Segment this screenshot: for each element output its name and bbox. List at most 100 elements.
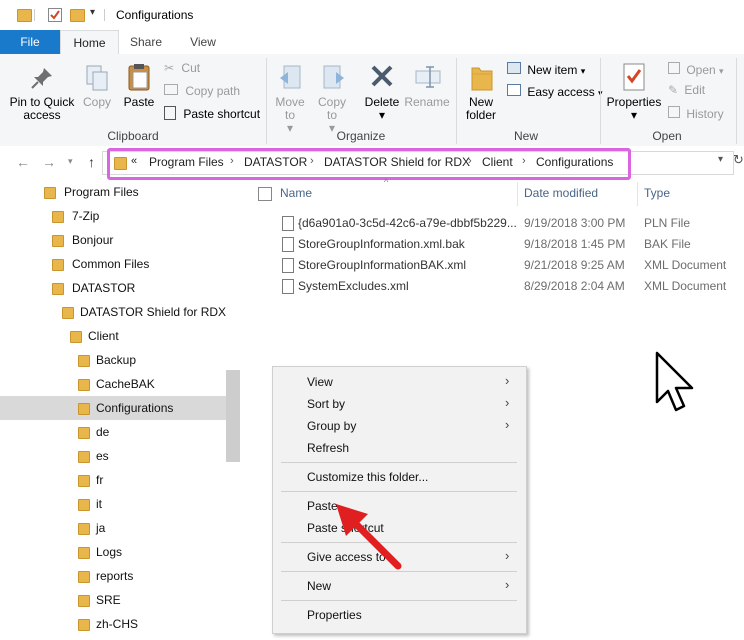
tab-share[interactable]: Share bbox=[118, 30, 174, 54]
pin-icon bbox=[31, 68, 52, 89]
folder-icon bbox=[17, 9, 32, 22]
new-item-button[interactable]: New item ▾ bbox=[507, 62, 585, 78]
rename-button[interactable]: Rename bbox=[404, 60, 450, 124]
easy-access-button[interactable]: Easy access ▾ bbox=[507, 84, 603, 100]
new-item-icon bbox=[507, 62, 521, 74]
clipboard-paste-icon bbox=[128, 64, 150, 91]
menu-separator bbox=[281, 462, 517, 463]
menu-item-view[interactable]: View bbox=[307, 375, 333, 389]
paste-shortcut-label: Paste shortcut bbox=[183, 107, 261, 121]
menu-item-sort-by[interactable]: Sort by bbox=[307, 397, 345, 411]
open-button[interactable]: Open ▾ bbox=[668, 62, 724, 78]
rename-label: Rename bbox=[404, 95, 450, 109]
nav-item-label: CacheBAK bbox=[96, 377, 155, 391]
nav-item-logs[interactable]: Logs bbox=[0, 540, 226, 564]
folder-icon bbox=[52, 235, 64, 247]
dropdown-arrow-icon: ▾ bbox=[580, 66, 586, 76]
menu-item-new[interactable]: New bbox=[307, 579, 331, 593]
nav-item-datastor-shield[interactable]: DATASTOR Shield for RDX bbox=[0, 300, 226, 324]
file-date: 9/21/2018 9:25 AM bbox=[524, 258, 625, 272]
nav-item-program-files[interactable]: Program Files bbox=[0, 180, 226, 204]
menu-item-group-by[interactable]: Group by bbox=[307, 419, 356, 433]
nav-item-7zip[interactable]: 7-Zip bbox=[0, 204, 226, 228]
tab-home[interactable]: Home bbox=[60, 30, 119, 56]
copy-to-button[interactable]: Copy to ▾ bbox=[314, 60, 350, 135]
file-date: 9/19/2018 3:00 PM bbox=[524, 216, 626, 230]
nav-item-ja[interactable]: ja bbox=[0, 516, 226, 540]
paste-button[interactable]: Paste bbox=[120, 60, 158, 124]
folder-icon bbox=[78, 451, 90, 463]
properties-button[interactable]: Properties ▾ bbox=[606, 60, 662, 124]
nav-item-label: Common Files bbox=[72, 257, 150, 271]
folder-icon bbox=[78, 499, 90, 511]
mouse-pointer-icon bbox=[655, 351, 694, 412]
folder-icon bbox=[78, 523, 90, 535]
file-date: 9/18/2018 1:45 PM bbox=[524, 237, 626, 251]
address-dropdown-chevron-icon[interactable]: ▾ bbox=[718, 154, 723, 165]
divider bbox=[637, 182, 638, 206]
open-group-label: Open bbox=[652, 129, 682, 143]
table-row[interactable]: {d6a901a0-3c5d-42c6-a79e-dbbf5b229... 9/… bbox=[280, 214, 740, 234]
copy-path-button[interactable]: Copy path bbox=[164, 84, 240, 98]
cut-label: Cut bbox=[181, 61, 201, 75]
column-header-date-modified[interactable]: Date modified bbox=[524, 186, 598, 200]
copy-button[interactable]: Copy bbox=[80, 60, 114, 124]
tab-file[interactable]: File bbox=[0, 30, 60, 54]
folder-icon bbox=[70, 331, 82, 343]
nav-pane-scrollbar-thumb[interactable] bbox=[226, 370, 240, 462]
pin-to-quick-access-button[interactable]: Pin to Quick access bbox=[4, 60, 80, 124]
nav-item-es[interactable]: es bbox=[0, 444, 226, 468]
table-row[interactable]: StoreGroupInformationBAK.xml 9/21/2018 9… bbox=[280, 256, 740, 276]
new-folder-quick-icon[interactable] bbox=[70, 9, 85, 22]
organize-group-label: Organize bbox=[336, 129, 386, 143]
nav-item-de[interactable]: de bbox=[0, 420, 226, 444]
nav-item-reports[interactable]: reports bbox=[0, 564, 226, 588]
delete-button[interactable]: Delete ▾ bbox=[362, 60, 402, 124]
copy-path-icon bbox=[164, 84, 178, 95]
new-group-label: New bbox=[513, 129, 538, 143]
history-button[interactable]: History bbox=[668, 106, 724, 121]
nav-item-fr[interactable]: fr bbox=[0, 468, 226, 492]
new-folder-button[interactable]: New folder bbox=[460, 60, 502, 124]
table-row[interactable]: SystemExcludes.xml 8/29/2018 2:04 AM XML… bbox=[280, 277, 740, 297]
tab-view[interactable]: View bbox=[176, 30, 230, 54]
nav-item-label: ja bbox=[96, 521, 106, 535]
nav-item-it[interactable]: it bbox=[0, 492, 226, 516]
nav-item-label: Logs bbox=[96, 545, 123, 559]
select-all-checkbox[interactable] bbox=[258, 187, 272, 201]
nav-item-cachebak[interactable]: CacheBAK bbox=[0, 372, 226, 396]
refresh-icon[interactable]: ↻ bbox=[733, 152, 744, 168]
column-header-name[interactable]: Name bbox=[280, 186, 312, 200]
menu-item-customize-folder[interactable]: Customize this folder... bbox=[307, 470, 428, 484]
nav-item-datastor[interactable]: DATASTOR bbox=[0, 276, 226, 300]
back-arrow-icon[interactable]: ← bbox=[16, 154, 30, 170]
submenu-chevron-icon: › bbox=[505, 395, 510, 410]
nav-item-label: fr bbox=[96, 473, 104, 487]
nav-item-zh-chs[interactable]: zh-CHS bbox=[0, 612, 226, 636]
nav-item-bonjour[interactable]: Bonjour bbox=[0, 228, 226, 252]
forward-arrow-icon[interactable]: → bbox=[42, 154, 56, 170]
move-to-button[interactable]: Move to ▾ bbox=[272, 60, 308, 135]
nav-item-common-files[interactable]: Common Files bbox=[0, 252, 226, 276]
nav-item-client[interactable]: Client bbox=[0, 324, 226, 348]
nav-item-backup[interactable]: Backup bbox=[0, 348, 226, 372]
menu-item-refresh[interactable]: Refresh bbox=[307, 441, 349, 455]
menu-item-properties[interactable]: Properties bbox=[307, 608, 362, 622]
nav-item-sre[interactable]: SRE bbox=[0, 588, 226, 612]
nav-item-label: Bonjour bbox=[72, 233, 114, 247]
file-icon bbox=[282, 216, 294, 231]
paste-shortcut-button[interactable]: Paste shortcut bbox=[164, 106, 260, 121]
up-arrow-icon[interactable]: ↑ bbox=[88, 154, 95, 170]
customize-quick-access-icon[interactable]: ▾ bbox=[90, 7, 95, 18]
column-header-type[interactable]: Type bbox=[644, 186, 670, 200]
divider bbox=[736, 58, 737, 144]
nav-item-configurations[interactable]: Configurations bbox=[0, 396, 226, 420]
nav-item-label: Client bbox=[88, 329, 119, 343]
cut-button[interactable]: ✂ Cut bbox=[164, 62, 200, 75]
recent-locations-chevron-icon[interactable]: ▾ bbox=[68, 156, 73, 167]
properties-check-icon[interactable] bbox=[48, 8, 62, 22]
edit-button[interactable]: ✎ Edit bbox=[668, 84, 705, 97]
table-row[interactable]: StoreGroupInformation.xml.bak 9/18/2018 … bbox=[280, 235, 740, 255]
folder-icon bbox=[62, 307, 74, 319]
file-type: PLN File bbox=[644, 216, 691, 230]
